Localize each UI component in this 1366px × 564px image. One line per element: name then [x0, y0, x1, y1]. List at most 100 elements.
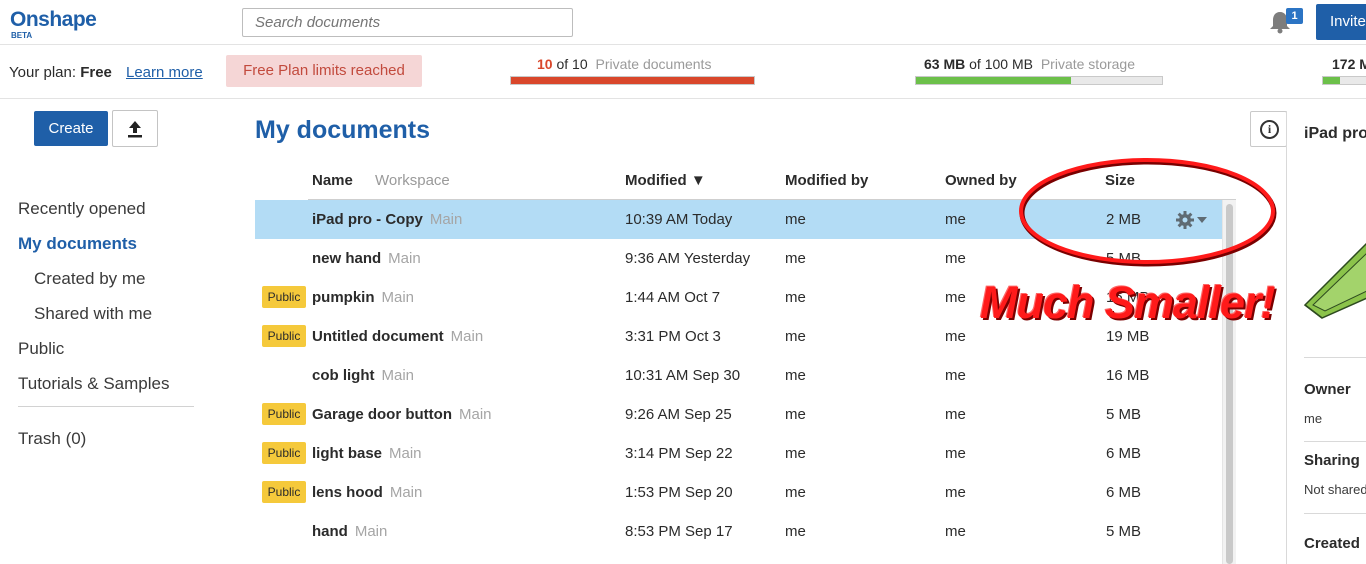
- owned-by-cell: me: [945, 445, 966, 462]
- invite-button[interactable]: Invite: [1316, 4, 1366, 40]
- document-workspace: Main: [381, 367, 415, 384]
- modified-by-cell: me: [785, 328, 806, 345]
- table-row[interactable]: cob light Main 10:31 AM Sep 30 me me 16 MB: [255, 356, 1235, 395]
- onshape-logo[interactable]: Onshape BETA: [10, 8, 97, 41]
- create-button[interactable]: Create: [34, 111, 108, 146]
- document-name-cell[interactable]: Garage door button Main: [312, 406, 492, 423]
- sidebar-item-tutorials-samples[interactable]: Tutorials & Samples: [18, 373, 194, 408]
- plan-bar: Your plan: Free Learn more Free Plan lim…: [0, 45, 1366, 99]
- sidebar-item-trash[interactable]: Trash (0): [18, 429, 86, 449]
- document-name-cell[interactable]: cob light Main: [312, 367, 414, 384]
- table-row[interactable]: Public lens hood Main 1:53 PM Sep 20 me me 6 M…: [255, 473, 1235, 512]
- document-workspace: Main: [354, 523, 388, 540]
- third-meter-fill: [1323, 77, 1341, 84]
- upload-icon: [128, 121, 142, 138]
- plan-limits-notice: Free Plan limits reached: [226, 55, 422, 87]
- plan-label: Your plan: Free: [9, 64, 112, 81]
- trash-count: (0): [65, 429, 87, 448]
- modified-by-cell: me: [785, 367, 806, 384]
- info-icon: i: [1260, 120, 1279, 139]
- document-name-cell[interactable]: iPad pro - Copy Main: [312, 211, 462, 228]
- sidebar-item-shared-with-me[interactable]: Shared with me: [18, 303, 194, 338]
- sidebar-item-my-documents[interactable]: My documents: [18, 233, 194, 268]
- owned-by-cell: me: [945, 211, 966, 228]
- search-input[interactable]: [242, 8, 573, 37]
- document-name-cell[interactable]: new hand Main: [312, 250, 421, 267]
- sharing-label: Sharing: [1304, 452, 1360, 469]
- third-meter-label: 172 M: [1332, 56, 1366, 72]
- notification-count-badge: 1: [1286, 8, 1303, 24]
- table-row[interactable]: hand Main 8:53 PM Sep 17 me me 5 MB: [255, 512, 1235, 551]
- storage-meter: [915, 76, 1163, 85]
- table-row[interactable]: Public light base Main 3:14 PM Sep 22 me me 6 …: [255, 434, 1235, 473]
- owned-by-cell: me: [945, 328, 966, 345]
- sidebar-item-created-by-me[interactable]: Created by me: [18, 268, 194, 303]
- details-divider: [1304, 441, 1366, 442]
- owned-by-cell: me: [945, 367, 966, 384]
- document-workspace: Main: [459, 406, 492, 423]
- modified-cell: 9:36 AM Yesterday: [625, 250, 751, 267]
- storage-meter-fill: [916, 77, 1071, 84]
- learn-more-link[interactable]: Learn more: [126, 64, 203, 81]
- size-cell: 16 MB: [1106, 367, 1150, 384]
- document-name-cell[interactable]: lens hood Main: [312, 484, 422, 501]
- modified-by-cell: me: [785, 523, 806, 540]
- plan-name: Free: [80, 64, 112, 81]
- modified-by-cell: me: [785, 211, 806, 228]
- document-workspace: Main: [381, 289, 415, 306]
- modified-cell: 3:14 PM Sep 22: [625, 445, 733, 462]
- size-cell: 6 MB: [1106, 445, 1142, 462]
- document-name-cell[interactable]: light base Main: [312, 445, 422, 462]
- documents-used: 10: [537, 56, 553, 72]
- annotation-text: Much Smaller!: [980, 277, 1276, 328]
- document-workspace: Main: [389, 445, 422, 462]
- document-name-cell[interactable]: pumpkin Main: [312, 289, 414, 306]
- modified-by-cell: me: [785, 406, 806, 423]
- modified-by-cell: me: [785, 484, 806, 501]
- sharing-value: Not shared: [1304, 482, 1366, 497]
- info-button[interactable]: i: [1250, 111, 1287, 147]
- size-cell: 6 MB: [1106, 484, 1142, 501]
- owned-by-cell: me: [945, 406, 966, 423]
- modified-cell: 1:53 PM Sep 20: [625, 484, 733, 501]
- upload-button[interactable]: [112, 110, 158, 147]
- document-name: light base: [312, 445, 383, 462]
- document-workspace: Main: [388, 250, 421, 267]
- modified-by-cell: me: [785, 250, 806, 267]
- document-name: Untitled document: [312, 328, 444, 345]
- document-workspace: Main: [389, 484, 423, 501]
- owned-by-cell: me: [945, 289, 966, 306]
- annotation-ellipse: [1019, 158, 1277, 267]
- size-cell: 5 MB: [1106, 406, 1142, 423]
- column-header-modified-by[interactable]: Modified by: [785, 172, 868, 189]
- document-name-cell[interactable]: hand Main: [312, 523, 387, 540]
- column-header-owned-by[interactable]: Owned by: [945, 172, 1017, 189]
- public-badge: Public: [262, 403, 306, 425]
- document-name-cell[interactable]: Untitled document Main: [312, 328, 483, 345]
- public-badge: Public: [262, 481, 306, 503]
- sidebar-item-public[interactable]: Public: [18, 338, 194, 373]
- details-divider: [1304, 357, 1366, 358]
- document-name: lens hood: [312, 484, 383, 501]
- modified-cell: 9:26 AM Sep 25: [625, 406, 732, 423]
- storage-meter-caption: Private storage: [1040, 56, 1136, 72]
- table-row[interactable]: Public Garage door button Main 9:26 AM Sep …: [255, 395, 1235, 434]
- document-details-panel: iPad pro Owner me Sharing Not shared Cre…: [1286, 111, 1366, 564]
- third-meter: [1322, 76, 1366, 85]
- document-name: pumpkin: [312, 289, 375, 306]
- documents-meter-fill: [511, 77, 754, 84]
- column-header-modified[interactable]: Modified ▼: [625, 172, 706, 189]
- column-header-workspace: Workspace: [375, 172, 450, 189]
- documents-meter-label: 10 of 10 Private documents: [537, 56, 711, 72]
- documents-total: of 10: [556, 56, 588, 72]
- sidebar-item-recently-opened[interactable]: Recently opened: [18, 198, 194, 233]
- owned-by-cell: me: [945, 523, 966, 540]
- logo-text: Onshape: [10, 8, 97, 31]
- column-header-name[interactable]: Name: [312, 172, 353, 189]
- modified-cell: 8:53 PM Sep 17: [625, 523, 733, 540]
- owned-by-cell: me: [945, 484, 966, 501]
- owner-label: Owner: [1304, 381, 1351, 398]
- owned-by-cell: me: [945, 250, 966, 267]
- public-badge: Public: [262, 325, 306, 347]
- documents-meter: [510, 76, 755, 85]
